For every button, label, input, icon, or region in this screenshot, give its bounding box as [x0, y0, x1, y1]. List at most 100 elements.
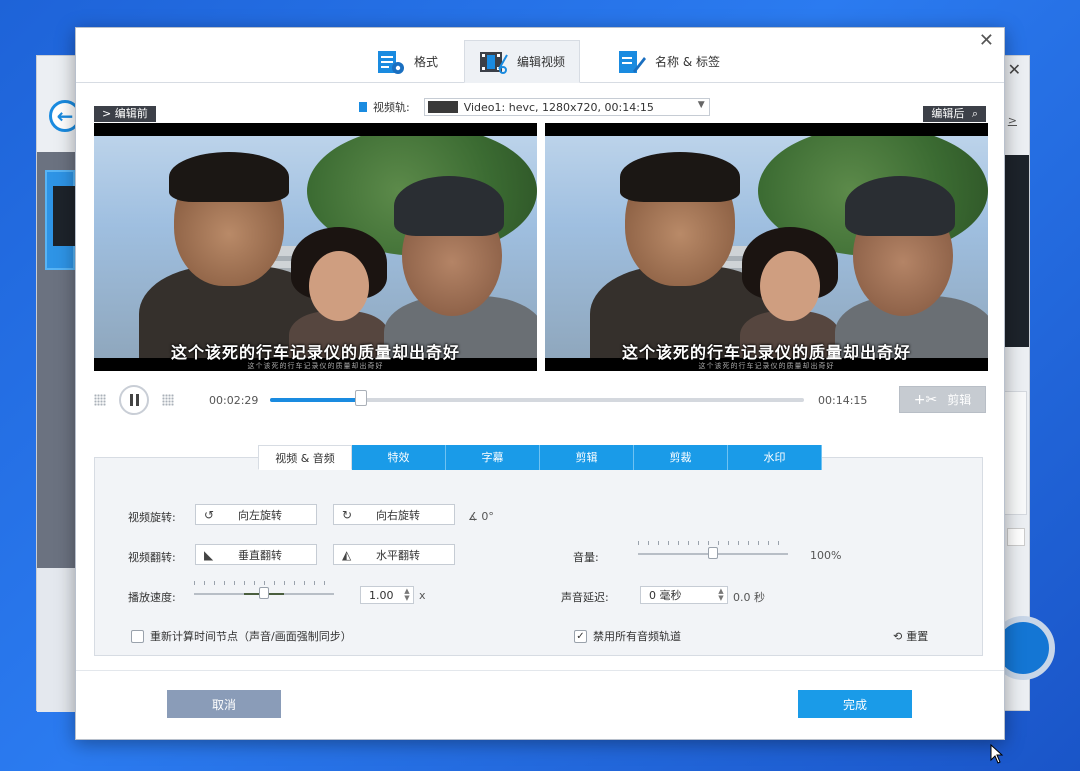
video-subtitle-small: 这个该死的行车记录仪的质量却出奇好 [698, 362, 835, 370]
spin-arrows-icon[interactable]: ▲ ▼ [717, 588, 725, 602]
checkbox-box[interactable]: ✓ [574, 629, 587, 643]
speed-unit: x [419, 589, 426, 602]
edit-sub-tabs: 视频 & 音频 特效 字幕 剪辑 剪裁 水印 [258, 445, 822, 470]
next-frame-icon[interactable] [162, 394, 174, 406]
tab-watermark[interactable]: 水印 [728, 445, 822, 470]
rotate-right-button[interactable]: ↻ 向右旋转 [333, 504, 455, 525]
rotate-left-label: 向左旋转 [238, 508, 282, 522]
volume-value: 100% [810, 549, 842, 562]
video-frame [545, 136, 988, 358]
background-close-icon[interactable]: ✕ [1008, 60, 1021, 79]
chevron-down-icon: ▼ [697, 100, 705, 110]
background-panel [1003, 391, 1027, 515]
tab-format-label: 格式 [414, 55, 439, 69]
top-tab-bar: 格式 编辑视频 名称 & 标签 [76, 28, 1004, 83]
after-edit-text: 编辑后 [931, 107, 965, 120]
rotate-left-icon: ↺ [204, 507, 215, 522]
video-track-select[interactable]: Video1: hevc, 1280x720, 00:14:15 ▼ [423, 98, 710, 116]
recalc-timestamps-label: 重新计算时间节点（声音/画面强制同步） [150, 630, 352, 643]
video-subtitle: 这个该死的行车记录仪的质量却出奇好 [170, 343, 460, 362]
magnifier-icon: ⌕ [971, 107, 978, 120]
speed-label: 播放速度: [128, 591, 176, 604]
tab-clip[interactable]: 剪辑 [540, 445, 634, 470]
track-thumbnail [427, 101, 458, 113]
tab-edit-video[interactable]: 编辑视频 [464, 40, 581, 83]
video-edit-icon [479, 49, 509, 75]
volume-slider-handle[interactable] [708, 547, 718, 559]
tab-edit-video-label: 编辑视频 [517, 55, 566, 69]
track-icon [359, 102, 367, 112]
flip-vertical-button[interactable]: ◣ 垂直翻转 [195, 544, 317, 565]
video-track-row: 视频轨: Video1: hevc, 1280x720, 00:14:15 ▼ [359, 98, 710, 116]
track-select-value: Video1: hevc, 1280x720, 00:14:15 [463, 100, 654, 114]
flip-horizontal-label: 水平翻转 [376, 548, 420, 562]
reset-history-icon: ⟲ [893, 629, 903, 643]
speed-slider[interactable] [194, 581, 334, 601]
flip-vertical-label: 垂直翻转 [238, 548, 282, 562]
audio-delay-label: 声音延迟: [561, 591, 609, 604]
video-preview-before: 这个该死的行车记录仪的质量却出奇好 这个该死的行车记录仪的质量却出奇好 [94, 123, 537, 371]
background-button[interactable] [1007, 528, 1025, 546]
rotation-angle: ∡ 0° [468, 510, 494, 523]
tab-subtitles[interactable]: 字幕 [446, 445, 540, 470]
video-frame [94, 136, 537, 358]
speed-slider-handle[interactable] [259, 587, 269, 599]
background-thumbnail[interactable] [45, 170, 77, 270]
background-sidebar [37, 152, 77, 568]
recalc-timestamps-checkbox[interactable]: 重新计算时间节点（声音/画面强制同步） [131, 628, 352, 644]
rotate-left-button[interactable]: ↺ 向左旋转 [195, 504, 317, 525]
prev-frame-icon[interactable] [94, 394, 106, 406]
volume-label: 音量: [573, 551, 599, 564]
background-bottom-strip [37, 568, 77, 712]
seek-handle[interactable] [354, 390, 367, 406]
reset-label: 重置 [906, 630, 929, 643]
tab-format[interactable]: 格式 [362, 40, 452, 83]
cut-button[interactable]: +✂ 剪辑 [899, 386, 986, 413]
cancel-button[interactable]: 取消 [167, 690, 281, 718]
tab-crop[interactable]: 剪裁 [634, 445, 728, 470]
before-edit-label: > 编辑前 [94, 106, 156, 122]
done-button[interactable]: 完成 [798, 690, 912, 718]
reset-button[interactable]: ⟲ 重置 [893, 628, 928, 644]
seek-progress [270, 398, 361, 402]
flip-horizontal-button[interactable]: ◭ 水平翻转 [333, 544, 455, 565]
rotate-right-icon: ↻ [342, 507, 353, 522]
flip-vertical-icon: ◣ [204, 547, 214, 562]
edit-video-dialog: ✕ 格式 编辑视频 名称 & 标签 > 编辑前 视频轨: Video1: hev [75, 27, 1005, 740]
checkbox-box[interactable] [131, 629, 144, 643]
speed-input-value: 1.00 [369, 588, 394, 602]
tab-effects[interactable]: 特效 [352, 445, 446, 470]
video-subtitle-small: 这个该死的行车记录仪的质量却出奇好 [247, 362, 384, 370]
spin-arrows-icon[interactable]: ▲ ▼ [403, 588, 411, 602]
angle-value: 0° [481, 510, 494, 523]
seek-bar[interactable] [270, 390, 804, 406]
audio-delay-input[interactable]: 0 毫秒 ▲ ▼ [640, 586, 728, 604]
volume-slider[interactable] [638, 541, 788, 561]
video-subtitle: 这个该死的行车记录仪的质量却出奇好 [621, 343, 911, 362]
speed-input[interactable]: 1.00 ▲ ▼ [360, 586, 414, 604]
format-settings-icon [376, 49, 406, 75]
rotate-right-label: 向右旋转 [376, 508, 420, 522]
tab-name-tags[interactable]: 名称 & 标签 [603, 40, 734, 83]
current-time: 00:02:29 [209, 394, 259, 407]
pause-button[interactable] [119, 385, 149, 415]
footer-divider [76, 670, 1004, 671]
angle-icon: ∡ [468, 510, 478, 523]
disable-audio-label: 禁用所有音频轨道 [593, 630, 681, 643]
audio-delay-value: 0 毫秒 [649, 589, 682, 602]
tag-edit-icon [617, 49, 647, 75]
flip-label: 视频翻转: [128, 551, 176, 564]
disable-audio-checkbox[interactable]: ✓ 禁用所有音频轨道 [574, 628, 681, 644]
scissors-add-icon: +✂ [913, 391, 938, 408]
after-edit-label[interactable]: 编辑后 ⌕ [923, 106, 986, 122]
tab-video-audio[interactable]: 视频 & 音频 [258, 445, 352, 470]
audio-delay-seconds: 0.0 秒 [733, 591, 765, 604]
background-link[interactable]: > [1008, 114, 1017, 127]
rotate-label: 视频旋转: [128, 511, 176, 524]
flip-horizontal-icon: ◭ [342, 547, 352, 562]
track-label: 视频轨: [373, 101, 410, 114]
cut-button-label: 剪辑 [947, 393, 972, 407]
total-time: 00:14:15 [818, 394, 868, 407]
tab-name-tags-label: 名称 & 标签 [655, 55, 720, 69]
video-preview-after: 这个该死的行车记录仪的质量却出奇好 这个该死的行车记录仪的质量却出奇好 [545, 123, 988, 371]
